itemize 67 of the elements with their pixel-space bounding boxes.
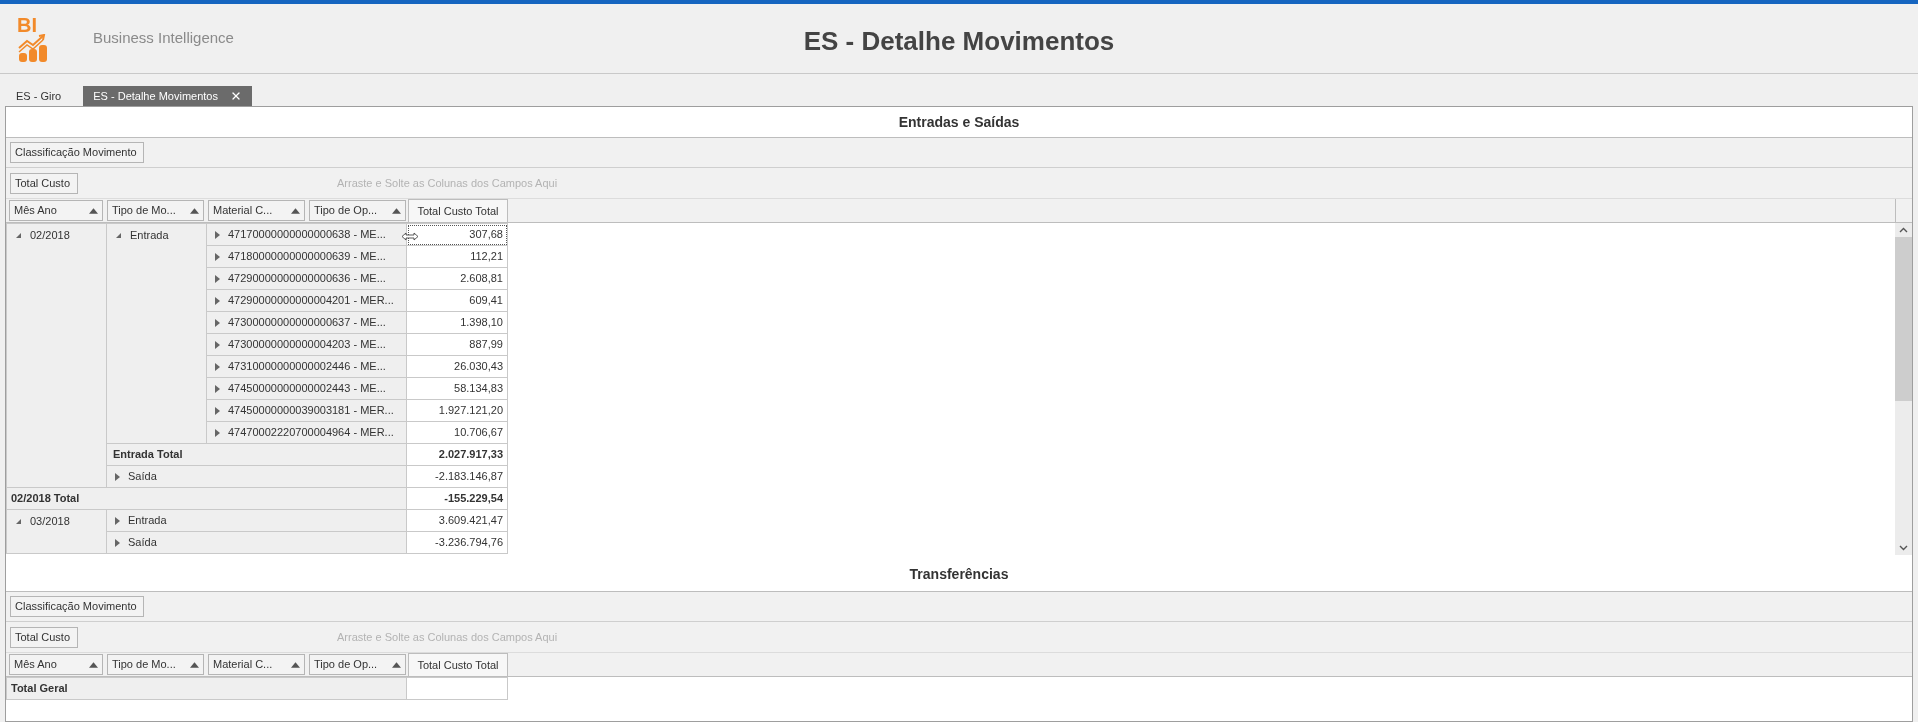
- scrollbar-thumb[interactable]: [1895, 237, 1912, 401]
- expand-icon[interactable]: [215, 252, 220, 261]
- row-label: 47300000000000000637 - ME...: [228, 315, 386, 331]
- sort-icon: [392, 207, 401, 214]
- sort-icon: [392, 661, 401, 668]
- sort-icon: [291, 207, 300, 214]
- row-header: 02/2018 Total: [6, 487, 407, 510]
- scrollbar[interactable]: [1895, 223, 1912, 555]
- sort-icon: [190, 661, 199, 668]
- section-title: Transferências: [909, 565, 1009, 584]
- expand-icon[interactable]: [215, 384, 220, 393]
- row-label: Entrada: [128, 513, 167, 529]
- field-button[interactable]: Tipo de Mo...: [107, 654, 204, 675]
- expand-icon[interactable]: [115, 472, 120, 481]
- field-button[interactable]: Material C...: [208, 654, 305, 675]
- expand-icon[interactable]: [115, 538, 120, 547]
- field-button[interactable]: Mês Ano: [9, 200, 103, 221]
- row-label: 47310000000000002446 - ME...: [228, 359, 386, 375]
- expand-icon[interactable]: [115, 516, 120, 525]
- row-label: 47290000000000000636 - ME...: [228, 271, 386, 287]
- field-button[interactable]: Total Custo: [10, 172, 78, 194]
- expand-icon[interactable]: [215, 274, 220, 283]
- row-label: Entrada: [130, 228, 169, 243]
- row-label: 02/2018: [30, 228, 70, 243]
- row-label: 47450000000000002443 - ME...: [228, 381, 386, 397]
- sort-icon: [190, 207, 199, 214]
- field-button[interactable]: Classificação Movimento: [10, 142, 144, 163]
- expand-icon[interactable]: [215, 406, 220, 415]
- field-button[interactable]: Tipo de Op...: [309, 200, 406, 221]
- sort-icon: [291, 661, 300, 668]
- row-header: Entrada Total: [106, 443, 407, 466]
- row-label: 47180000000000000639 - ME...: [228, 249, 386, 265]
- row-label: 47170000000000000638 - ME...: [228, 227, 386, 243]
- expand-icon[interactable]: [215, 230, 220, 239]
- row-label: 03/2018: [30, 514, 70, 529]
- field-button[interactable]: Mês Ano: [9, 654, 103, 675]
- row-label: 47470002220700004964 - MER...: [228, 425, 394, 441]
- row-label: 47300000000000004203 - ME...: [228, 337, 386, 353]
- resize-cursor-icon: [401, 232, 419, 241]
- collapse-icon[interactable]: [15, 231, 22, 239]
- field-button[interactable]: Material C...: [208, 200, 305, 221]
- field-button[interactable]: Total Custo: [10, 626, 78, 648]
- expand-icon[interactable]: [215, 296, 220, 305]
- expand-icon[interactable]: [215, 428, 220, 437]
- row-label: 47290000000000004201 - MER...: [228, 293, 394, 309]
- row-header: Total Geral: [6, 677, 407, 700]
- row-label: Saída: [128, 535, 157, 551]
- field-button[interactable]: Tipo de Mo...: [107, 200, 204, 221]
- sort-icon: [89, 661, 98, 668]
- tab[interactable]: ES - Detalhe Movimentos: [83, 86, 252, 106]
- expand-icon[interactable]: [215, 362, 220, 371]
- row-label: 47450000000039003181 - MER...: [228, 403, 394, 419]
- section-title: Entradas e Saídas: [898, 112, 1020, 132]
- column-header: Total Custo Total: [408, 199, 508, 222]
- row-label: Saída: [128, 469, 157, 485]
- expand-icon[interactable]: [215, 340, 220, 349]
- field-button[interactable]: Classificação Movimento: [10, 596, 144, 617]
- sort-icon: [89, 207, 98, 214]
- collapse-icon[interactable]: [115, 231, 122, 239]
- field-button[interactable]: Tipo de Op...: [309, 654, 406, 675]
- logo: BI: [17, 15, 57, 62]
- app-subtitle: Business Intelligence: [93, 28, 234, 49]
- tab[interactable]: ES - Giro: [6, 86, 72, 106]
- expand-icon[interactable]: [215, 318, 220, 327]
- page-title: ES - Detalhe Movimentos: [803, 25, 1115, 58]
- column-header: Total Custo Total: [408, 653, 508, 676]
- collapse-icon[interactable]: [15, 517, 22, 525]
